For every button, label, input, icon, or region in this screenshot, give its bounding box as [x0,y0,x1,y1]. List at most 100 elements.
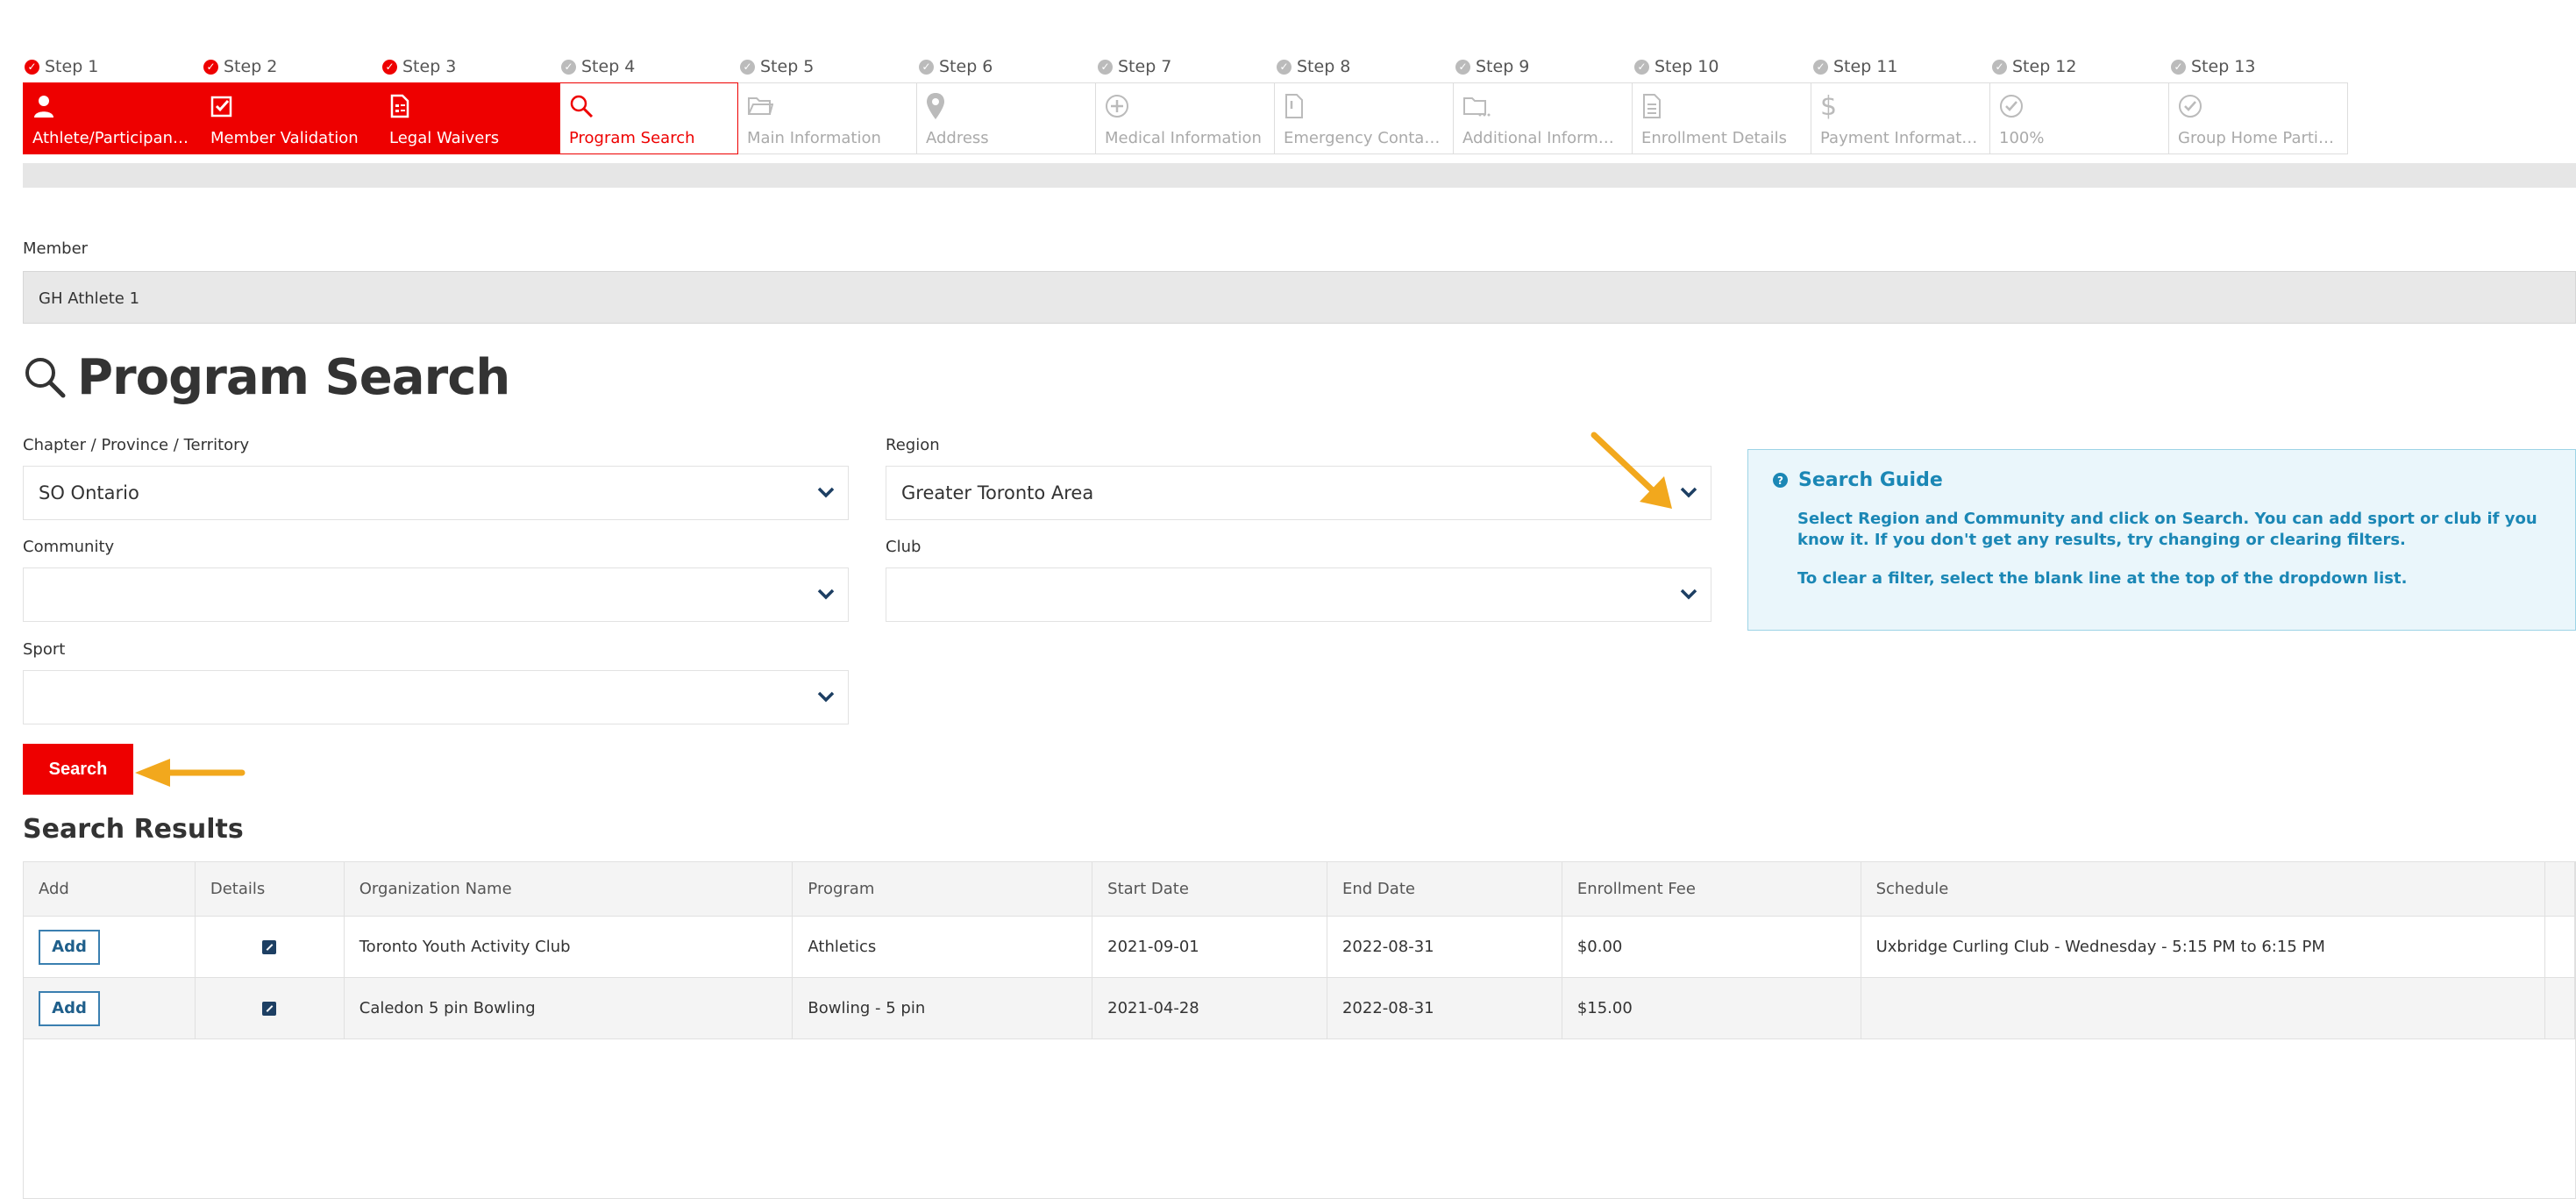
step-4[interactable]: ✓ Step 4 Program Search [559,51,738,154]
program-name: Bowling - 5 pin [793,978,1093,1038]
organization-name: Toronto Youth Activity Club [345,917,793,977]
edit-details-icon[interactable] [262,1001,277,1016]
step-7[interactable]: ✓ Step 7 Medical Information [1096,51,1275,154]
step-box[interactable]: Medical Information [1096,82,1275,154]
step-box[interactable]: Address [917,82,1096,154]
step-number: Step 1 [45,57,99,76]
step-10[interactable]: ✓ Step 10 Enrollment Details [1633,51,1811,154]
progress-stepper: ✓ Step 1 Athlete/Participant Info ✓ Step 2… [23,51,2348,154]
search-button[interactable]: Search [23,744,133,795]
step-2[interactable]: ✓ Step 2 Member Validation [202,51,381,154]
step-box[interactable]: Main Information [738,82,917,154]
step-3[interactable]: ✓ Step 3 Legal Waivers [381,51,559,154]
step-label: Payment Information [1820,129,1981,147]
folder-dots-icon [1463,97,1491,117]
club-select[interactable] [886,567,1711,622]
step-label: Additional Information [1462,129,1623,147]
step-label: Enrollment Details [1641,129,1787,147]
chevron-down-icon [1680,589,1697,600]
search-guide-title: Search Guide [1798,469,1943,491]
step-box[interactable]: Enrollment Details [1633,82,1811,154]
search-icon [570,95,594,118]
plus-circle-icon [1106,95,1128,118]
chapter-label: Chapter / Province / Territory [23,436,250,454]
document-icon [390,94,409,118]
check-circle-icon: ✓ [203,59,218,75]
step-12[interactable]: ✓ Step 12 100% [1990,51,2169,154]
folder-icon [748,97,773,115]
step-6[interactable]: ✓ Step 6 Address [917,51,1096,154]
step-box[interactable]: Athlete/Participant Info [23,82,202,154]
organization-name: Caledon 5 pin Bowling [345,978,793,1038]
step-box[interactable]: Member Validation [202,82,381,154]
region-label: Region [886,436,940,454]
sport-select[interactable] [23,670,849,724]
start-date: 2021-09-01 [1092,917,1327,977]
search-guide-hint: To clear a filter, select the blank line… [1797,569,2408,588]
step-8[interactable]: ✓ Step 8 Emergency Contacts [1275,51,1454,154]
start-date: 2021-04-28 [1092,978,1327,1038]
step-number: Step 6 [939,57,993,76]
member-field: GH Athlete 1 [23,271,2576,324]
step-label: Main Information [747,129,881,147]
step-label: Member Validation [210,129,359,147]
table-row: Add Caledon 5 pin Bowling Bowling - 5 pi… [24,978,2575,1039]
step-number: Step 11 [1833,57,1898,76]
enrollment-fee: $0.00 [1562,917,1861,977]
step-number: Step 13 [2191,57,2256,76]
step-box[interactable]: Legal Waivers [381,82,559,154]
check-circle-icon: ✓ [1813,59,1828,75]
step-box[interactable]: Emergency Contacts [1275,82,1454,154]
page-title: Program Search [23,346,510,408]
file-lines-icon [1643,94,1661,118]
check-circle-icon [2179,95,2202,118]
progress-bar-track [23,163,2576,188]
step-number: Step 7 [1118,57,1172,76]
step-13[interactable]: ✓ Step 13 Group Home Particip... [2169,51,2348,154]
step-number: Step 3 [402,57,457,76]
table-row: Add Toronto Youth Activity Club Athletic… [24,917,2575,978]
column-header: Enrollment Fee [1562,862,1861,916]
step-box[interactable]: Program Search [559,82,738,154]
doc-alert-icon [1285,94,1303,118]
search-guide-text: Select Region and Community and click on… [1797,510,2537,549]
column-header: Organization Name [345,862,793,916]
step-label: Legal Waivers [389,129,500,147]
check-circle-icon: ✓ [740,59,755,75]
step-label: Program Search [569,129,695,147]
step-label: Address [926,129,989,147]
column-header: Schedule [1861,862,2546,916]
checkbox-icon [210,96,232,118]
annotation-arrow-icon [1590,432,1672,509]
check-circle-icon: ✓ [1992,59,2007,75]
check-circle-icon: ✓ [1277,59,1292,75]
search-results-title: Search Results [23,814,244,845]
step-box[interactable]: Additional Information [1454,82,1633,154]
dollar-icon: $ [1820,90,1838,122]
step-number: Step 12 [2012,57,2077,76]
step-label: 100% [1999,129,2045,147]
step-label: Group Home Particip... [2178,129,2338,147]
step-box[interactable]: 100% [1990,82,2169,154]
step-9[interactable]: ✓ Step 9 Additional Information [1454,51,1633,154]
enrollment-fee: $15.00 [1562,978,1861,1038]
chapter-value: SO Ontario [39,482,139,503]
check-circle-icon: ✓ [2171,59,2186,75]
chapter-select[interactable]: SO Ontario [23,466,849,520]
step-1[interactable]: ✓ Step 1 Athlete/Participant Info [23,51,202,154]
member-label: Member [23,239,89,258]
community-select[interactable] [23,567,849,622]
add-button[interactable]: Add [39,990,100,1026]
step-number: Step 8 [1297,57,1351,76]
step-5[interactable]: ✓ Step 5 Main Information [738,51,917,154]
edit-details-icon[interactable] [262,939,277,954]
add-button[interactable]: Add [39,929,100,965]
step-11[interactable]: ✓ Step 11 $ Payment Information [1811,51,1990,154]
step-box[interactable]: $ Payment Information [1811,82,1990,154]
end-date: 2022-08-31 [1327,978,1562,1038]
search-guide: ? Search Guide Select Region and Communit… [1747,449,2576,631]
results-table: Add Details Organization Name Program St… [23,861,2576,1199]
person-icon [34,96,53,118]
step-number: Step 4 [581,57,636,76]
step-box[interactable]: Group Home Particip... [2169,82,2348,154]
